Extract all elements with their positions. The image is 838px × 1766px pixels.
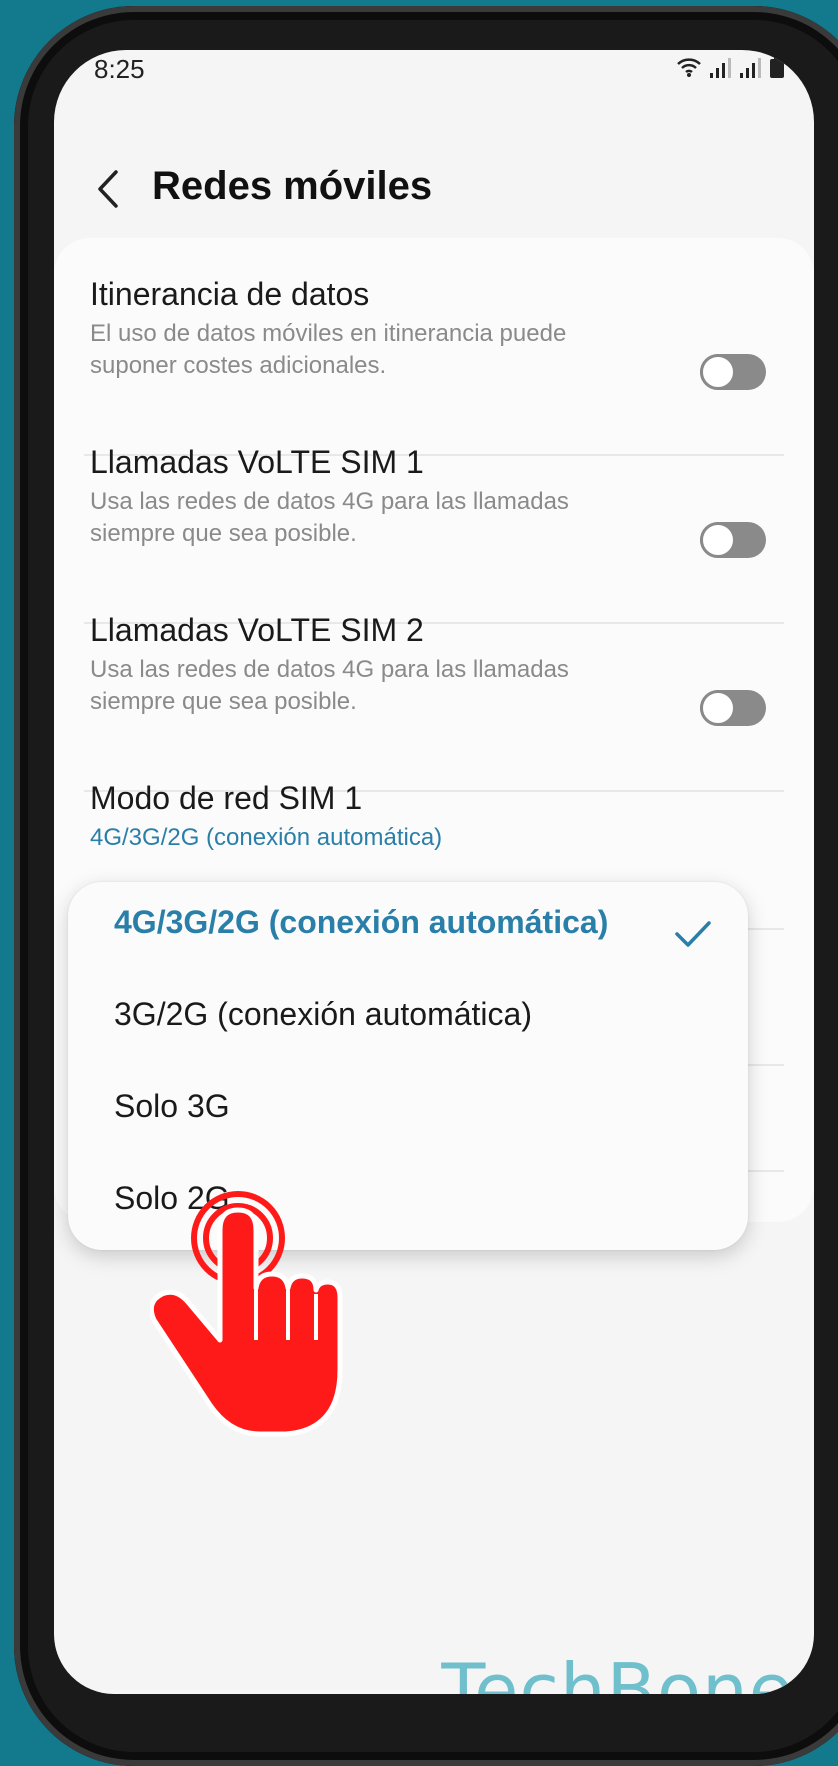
setting-description: Usa las redes de datos 4G para las llama… xyxy=(90,656,569,715)
data-roaming-toggle[interactable] xyxy=(700,354,766,390)
setting-volte-sim2[interactable]: Llamadas VoLTE SIM 2 Usa las redes de da… xyxy=(90,610,750,718)
checkmark-icon xyxy=(674,920,712,953)
setting-title: Modo de red SIM 1 xyxy=(90,780,363,816)
status-time: 8:25 xyxy=(94,54,145,84)
setting-current-value: 4G/3G/2G (conexión automática) xyxy=(90,824,443,851)
setting-network-mode-sim1[interactable]: Modo de red SIM 1 4G/3G/2G (conexión aut… xyxy=(90,778,750,854)
option-3g-2g[interactable]: 3G/2G (conexión automática) xyxy=(114,996,532,1033)
volte-sim1-toggle[interactable] xyxy=(700,522,766,558)
screen: 8:25 Redes móviles Itinerancia de datos … xyxy=(54,50,814,1694)
setting-title: Itinerancia de datos xyxy=(90,276,370,312)
setting-description: El uso de datos móviles en itinerancia p… xyxy=(90,320,567,379)
wifi-icon xyxy=(676,56,702,78)
setting-description: Usa las redes de datos 4G para las llama… xyxy=(90,488,569,547)
option-4g-3g-2g[interactable]: 4G/3G/2G (conexión automática) xyxy=(114,904,608,941)
chevron-left-icon xyxy=(98,170,118,208)
status-icons xyxy=(676,56,784,78)
setting-volte-sim1[interactable]: Llamadas VoLTE SIM 1 Usa las redes de da… xyxy=(90,442,750,550)
page-title: Redes móviles xyxy=(152,164,433,208)
setting-title: Llamadas VoLTE SIM 1 xyxy=(90,444,424,480)
watermark-logo: TechBone xyxy=(441,1648,794,1694)
setting-title: Llamadas VoLTE SIM 2 xyxy=(90,612,424,648)
battery-icon xyxy=(770,56,784,78)
signal-icon xyxy=(740,58,762,78)
tap-hand-icon xyxy=(148,1190,350,1445)
signal-icon xyxy=(710,58,732,78)
back-button[interactable] xyxy=(90,164,130,214)
volte-sim2-toggle[interactable] xyxy=(700,690,766,726)
option-only-3g[interactable]: Solo 3G xyxy=(114,1088,230,1125)
status-bar: 8:25 xyxy=(54,50,814,120)
setting-data-roaming[interactable]: Itinerancia de datos El uso de datos móv… xyxy=(90,274,750,382)
header: Redes móviles xyxy=(54,150,814,230)
